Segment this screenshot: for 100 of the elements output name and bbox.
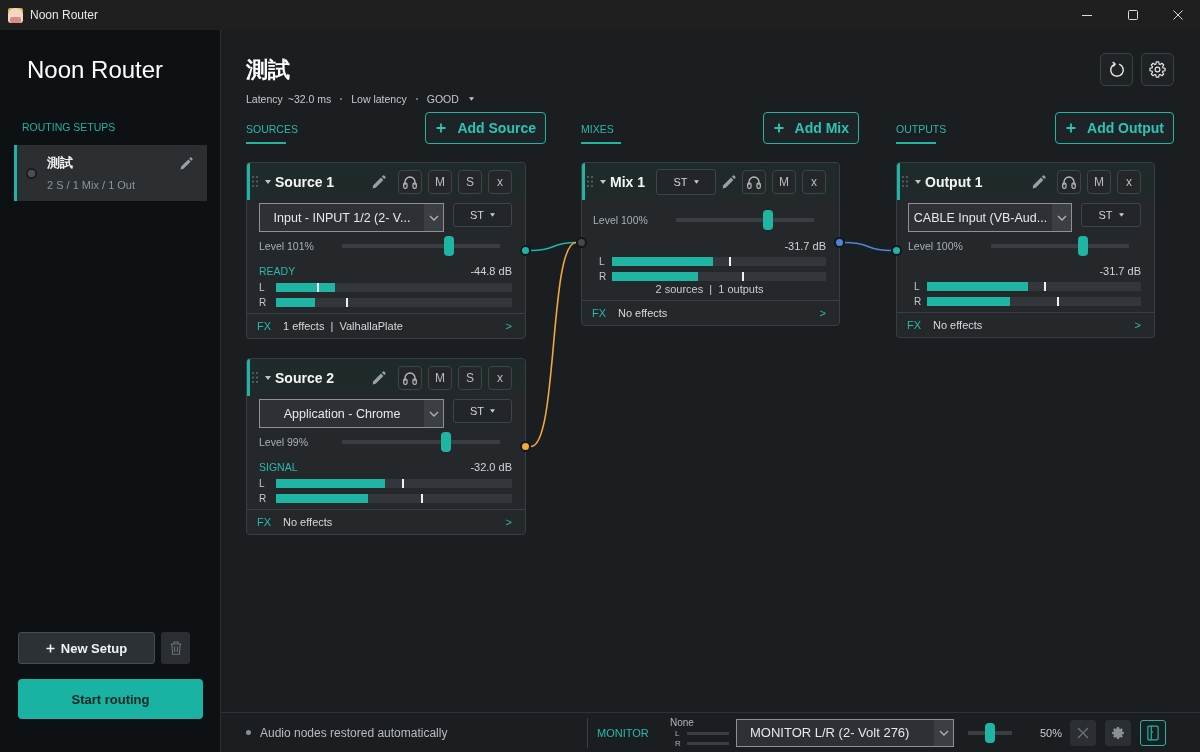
fx-label: FX <box>257 516 273 528</box>
grip-icon[interactable] <box>902 176 908 187</box>
chevron-down-icon <box>938 729 949 736</box>
chevron-down-icon <box>428 214 439 221</box>
caret-icon[interactable] <box>600 179 606 184</box>
add-output-button[interactable]: Add Output <box>1055 112 1174 144</box>
fx-expand[interactable]: > <box>819 307 826 319</box>
plus-icon[interactable] <box>436 123 447 133</box>
channel-dropdown[interactable]: ST <box>453 203 512 227</box>
channel-dropdown[interactable]: ST <box>1081 203 1141 227</box>
plus-icon[interactable] <box>1066 123 1076 133</box>
slider-thumb[interactable] <box>985 722 995 743</box>
pencil-icon[interactable] <box>372 370 386 385</box>
fx-expand[interactable]: > <box>505 320 512 332</box>
routing-summary: 2 sources | 1 outputs <box>654 282 765 296</box>
remove-button[interactable]: x <box>488 365 512 390</box>
latency-label: Latency <box>246 92 283 106</box>
slider-thumb[interactable] <box>762 210 773 230</box>
status-dot-icon <box>246 730 251 735</box>
mute-button[interactable]: M <box>772 169 796 194</box>
card-title: Source 2 <box>275 369 335 386</box>
headphones-button[interactable] <box>398 169 422 194</box>
latency-value: ~32.0 ms <box>287 92 332 106</box>
grip-icon[interactable] <box>252 372 258 383</box>
plus-icon[interactable] <box>773 123 784 133</box>
caret-icon <box>490 409 496 413</box>
level-label: Level 99% <box>259 436 310 448</box>
slider-thumb[interactable] <box>1077 236 1088 256</box>
device-dropdown[interactable]: CABLE Input (VB-Aud... <box>908 203 1072 232</box>
close-icon[interactable] <box>1173 10 1183 20</box>
caret-icon <box>693 179 699 184</box>
channel-label: L <box>599 256 606 267</box>
mute-button[interactable]: M <box>428 169 452 194</box>
grip-icon[interactable] <box>587 176 593 187</box>
solo-button[interactable]: S <box>458 365 482 390</box>
headphones-button[interactable] <box>742 169 766 194</box>
latency-mode: Low latency <box>351 92 407 106</box>
headphones-button[interactable] <box>1057 169 1081 194</box>
caret-icon[interactable] <box>265 375 271 380</box>
headphones-icon <box>747 174 761 189</box>
app-icon <box>8 7 23 23</box>
mute-button[interactable]: M <box>1087 169 1111 194</box>
settings-button[interactable] <box>1141 53 1174 86</box>
delete-button[interactable] <box>161 632 190 664</box>
effects-summary: No effects <box>933 319 984 331</box>
remove-button[interactable]: x <box>1117 169 1141 194</box>
pencil-icon[interactable] <box>1032 174 1046 189</box>
device-dropdown[interactable]: Input - INPUT 1/2 (2- V... <box>259 203 444 232</box>
maximize-icon[interactable] <box>1128 10 1138 20</box>
caret-icon <box>490 213 496 217</box>
caret-icon[interactable] <box>915 179 921 184</box>
window-title: Noon Router <box>30 8 99 22</box>
new-setup-button[interactable]: New Setup <box>18 632 155 664</box>
gear-icon <box>1112 726 1124 739</box>
pencil-icon[interactable] <box>372 174 386 189</box>
channel-label: R <box>259 493 268 504</box>
headphones-button[interactable] <box>398 365 422 390</box>
channel-label: R <box>914 296 923 307</box>
pencil-icon[interactable] <box>180 157 193 170</box>
pencil-icon[interactable] <box>722 174 736 189</box>
level-label: Level 100% <box>908 240 964 252</box>
section-heading: MIXES <box>581 123 614 136</box>
add-mix-button[interactable]: Add Mix <box>762 112 859 144</box>
caret-icon[interactable] <box>265 179 271 184</box>
headphones-icon <box>403 174 417 189</box>
monitor-label: MONITOR <box>597 726 650 739</box>
card-title: Output 1 <box>925 173 983 190</box>
device-dropdown[interactable]: Application - Chrome <box>259 399 444 428</box>
card-title: Source 1 <box>275 173 335 190</box>
device-dropdown[interactable]: MONITOR L/R (2- Volt 276) <box>736 718 954 747</box>
port-icon[interactable] <box>520 441 531 452</box>
solo-button[interactable]: S <box>458 169 482 194</box>
fx-expand[interactable]: > <box>505 516 512 528</box>
minimize-icon[interactable] <box>1082 14 1092 16</box>
refresh-button[interactable] <box>1100 53 1133 86</box>
channel-dropdown[interactable]: ST <box>453 399 512 423</box>
settings-icon[interactable] <box>1149 61 1166 78</box>
remove-button[interactable]: x <box>488 169 512 194</box>
trash-icon[interactable] <box>169 641 182 655</box>
caret-icon[interactable] <box>468 97 474 101</box>
port-icon[interactable] <box>834 237 845 248</box>
card-title: Mix 1 <box>610 173 645 190</box>
grip-icon[interactable] <box>252 176 258 187</box>
port-icon[interactable] <box>891 245 902 256</box>
slider-thumb[interactable] <box>443 236 454 256</box>
section-heading: SOURCES <box>246 123 298 136</box>
refresh-icon[interactable] <box>1107 60 1126 79</box>
exit-button[interactable] <box>1140 719 1166 746</box>
slider-thumb[interactable] <box>441 432 452 452</box>
fx-expand[interactable]: > <box>1134 319 1141 331</box>
port-icon[interactable] <box>520 245 531 256</box>
meter-track <box>687 732 729 735</box>
add-source-button[interactable]: Add Source <box>425 112 546 144</box>
remove-button[interactable]: x <box>802 169 826 194</box>
channel-dropdown[interactable]: ST <box>656 168 716 195</box>
channel-label: L <box>914 281 921 292</box>
headphones-icon <box>403 370 417 385</box>
setup-list-item[interactable]: 測試 2 S / 1 Mix / 1 Out <box>14 145 207 201</box>
start-routing-button[interactable]: Start routing <box>18 679 203 719</box>
mute-button[interactable]: M <box>428 365 452 390</box>
